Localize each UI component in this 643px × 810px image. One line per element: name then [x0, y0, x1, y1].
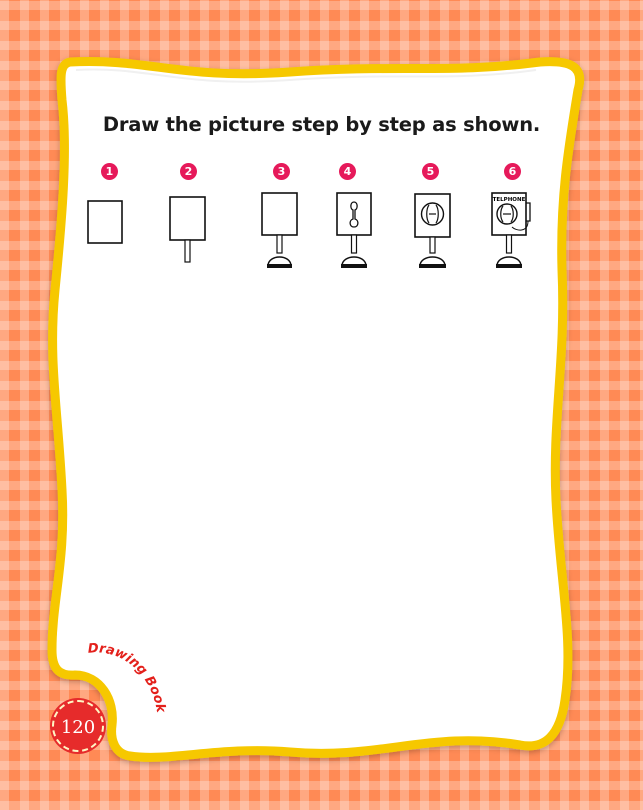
step-3-drawing [261, 192, 298, 268]
step-badge: 4 [339, 163, 356, 180]
svg-text:Drawing Book: Drawing Book [88, 641, 169, 715]
step-5-drawing [414, 193, 451, 268]
step-badge: 1 [101, 163, 118, 180]
step-badge: 3 [273, 163, 290, 180]
instruction-heading: Draw the picture step by step as shown. [102, 113, 541, 136]
step-badge: 5 [422, 163, 439, 180]
brand-text: Drawing Book [88, 641, 169, 715]
step-2-drawing [169, 196, 206, 263]
step-4-drawing [336, 192, 372, 268]
step-1-drawing [87, 200, 123, 244]
telephone-label: TELPHONE [493, 197, 526, 203]
step-badge: 6 [504, 163, 521, 180]
step-badge: 2 [180, 163, 197, 180]
step-6-drawing: TELPHONE [491, 192, 531, 268]
page-number-badge: 120 [52, 700, 104, 752]
